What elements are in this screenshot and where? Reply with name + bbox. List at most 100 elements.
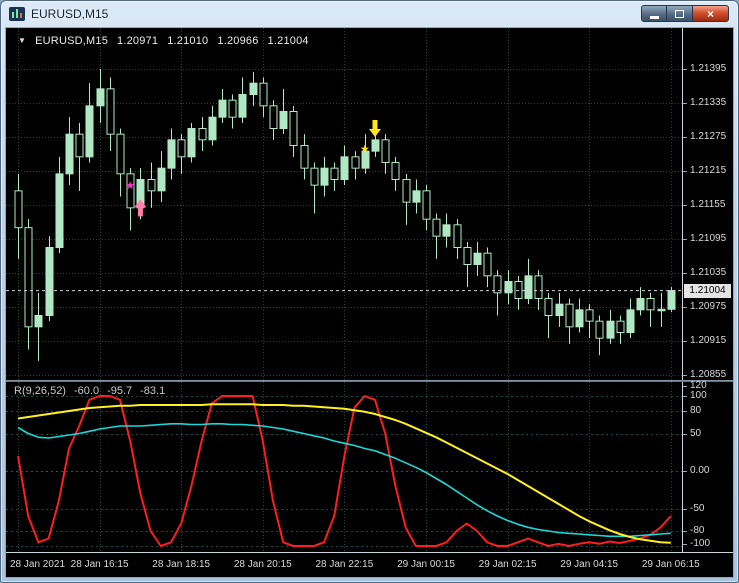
oscillator-line-slow (17, 403, 671, 544)
time-axis[interactable]: 28 Jan 2021 28 Jan 16:15 28 Jan 18:15 28 Ja… (6, 553, 733, 579)
price-scale-label: 1.21155 (690, 199, 726, 210)
indicator-name: R(9,26,52) (14, 385, 66, 397)
scale-tick (683, 205, 687, 206)
oscillator-pane[interactable] (6, 382, 682, 552)
price-scale-label: 1.21335 (690, 97, 727, 108)
bull-candle (442, 224, 451, 237)
bull-candle (524, 275, 533, 299)
scale-tick (683, 375, 687, 376)
minimize-button[interactable] (641, 5, 667, 22)
scale-tick (683, 386, 687, 387)
bull-candle (657, 308, 666, 312)
indicator-scale-label: 50 (690, 427, 702, 439)
bull-candle (504, 281, 513, 294)
bear-candle (300, 145, 309, 169)
bull-candle (606, 320, 615, 339)
bull-candle (555, 303, 564, 316)
bull-candle (218, 99, 227, 118)
indicator-scale-label: 80 (690, 405, 702, 416)
scale-tick (683, 531, 687, 532)
bear-candle (544, 298, 553, 316)
bear-candle (514, 281, 523, 299)
bear-candle (453, 224, 462, 248)
scale-tick (683, 508, 687, 510)
bull-candle (208, 116, 217, 141)
chart-window-icon (9, 7, 25, 21)
header-symbol: EURUSD,M15 (35, 35, 109, 47)
bull-candle (279, 111, 288, 129)
indicator-value-fast: -60.0 (73, 385, 100, 397)
minimize-icon (649, 15, 659, 19)
bear-candle (646, 298, 655, 311)
price-scale-label: 1.21275 (690, 131, 727, 142)
bear-candle (595, 320, 604, 339)
scale-tick (683, 273, 687, 274)
indicator-scale-label: 0.00 (690, 465, 710, 476)
ohlc-header[interactable]: ▼ EURUSD,M15 1.20971 1.21010 1.20966 1.2… (18, 35, 309, 47)
bear-candle (463, 247, 472, 265)
bear-candle (483, 252, 492, 277)
sell-signal-star-icon: ★ (360, 143, 370, 155)
candlestick-chart[interactable]: ★★ (6, 28, 682, 380)
bull-candle (473, 252, 482, 266)
bear-candle (351, 156, 360, 169)
header-close: 1.21004 (267, 35, 309, 47)
close-button[interactable]: × (693, 5, 729, 22)
header-open: 1.20971 (117, 35, 159, 47)
scale-tick (683, 171, 687, 172)
bear-candle (289, 111, 298, 146)
bull-candle (34, 315, 43, 328)
bear-candle (177, 139, 186, 158)
time-label: 28 Jan 18:15 (152, 559, 211, 570)
scale-tick (683, 433, 687, 435)
close-icon: × (706, 6, 714, 21)
scale-tick (683, 103, 687, 104)
bull-candle (412, 190, 421, 203)
bear-candle (116, 133, 125, 175)
time-label: 28 Jan 20:15 (233, 559, 292, 570)
scale-tick (683, 239, 687, 240)
bear-candle (147, 179, 156, 192)
price-scale-label: 1.21215 (690, 165, 727, 176)
price-scale-label: 1.20975 (690, 301, 727, 312)
bull-candle (238, 94, 247, 118)
buy-arrow-icon (134, 199, 147, 217)
title-bar[interactable]: EURUSD,M15 × (1, 1, 738, 27)
bull-candle (55, 173, 64, 248)
indicator-scale[interactable]: 120 100 80 50 0.00 -50 -80 -100 (683, 380, 735, 552)
bear-candle (330, 167, 339, 181)
header-high: 1.21010 (167, 35, 209, 47)
bear-candle (381, 139, 390, 164)
current-price-tag: 1.21004 (684, 283, 731, 298)
maximize-button[interactable] (667, 5, 693, 22)
bull-candle (636, 298, 645, 311)
scale-tick (683, 396, 687, 397)
indicator-value-medium: -83.1 (140, 385, 166, 397)
price-scale-label: 1.20855 (690, 369, 727, 380)
bull-candle (96, 88, 105, 107)
bear-candle (422, 190, 431, 220)
bear-candle (585, 309, 594, 322)
pane-separator[interactable] (6, 380, 733, 382)
collapse-triangle-icon[interactable]: ▼ (18, 36, 26, 48)
window-controls: × (641, 5, 729, 22)
bull-candle (167, 139, 176, 169)
window-title: EURUSD,M15 (31, 7, 109, 21)
bull-candle (65, 133, 74, 175)
scale-tick (683, 341, 687, 342)
scale-tick (683, 69, 687, 70)
indicator-scale-label: -50 (690, 502, 705, 514)
time-label: 28 Jan 16:15 (70, 559, 129, 570)
time-label: 29 Jan 04:15 (560, 559, 619, 570)
bull-candle (667, 290, 676, 310)
bull-candle (626, 309, 635, 334)
bull-candle (45, 247, 54, 316)
bear-candle (198, 128, 207, 141)
bear-candle (565, 303, 574, 328)
price-scale[interactable]: 1.21004 1.21395 1.21335 1.21275 1.21215 1.21… (683, 28, 735, 380)
oscillator-line-medium (17, 422, 671, 538)
chart-content: ▼ EURUSD,M15 1.20971 1.21010 1.20966 1.2… (5, 27, 734, 578)
indicator-header[interactable]: R(9,26,52) -60.0 -95.7 -83.1 (14, 385, 165, 397)
bear-candle (616, 320, 625, 333)
price-scale-label: 1.20915 (690, 335, 727, 346)
